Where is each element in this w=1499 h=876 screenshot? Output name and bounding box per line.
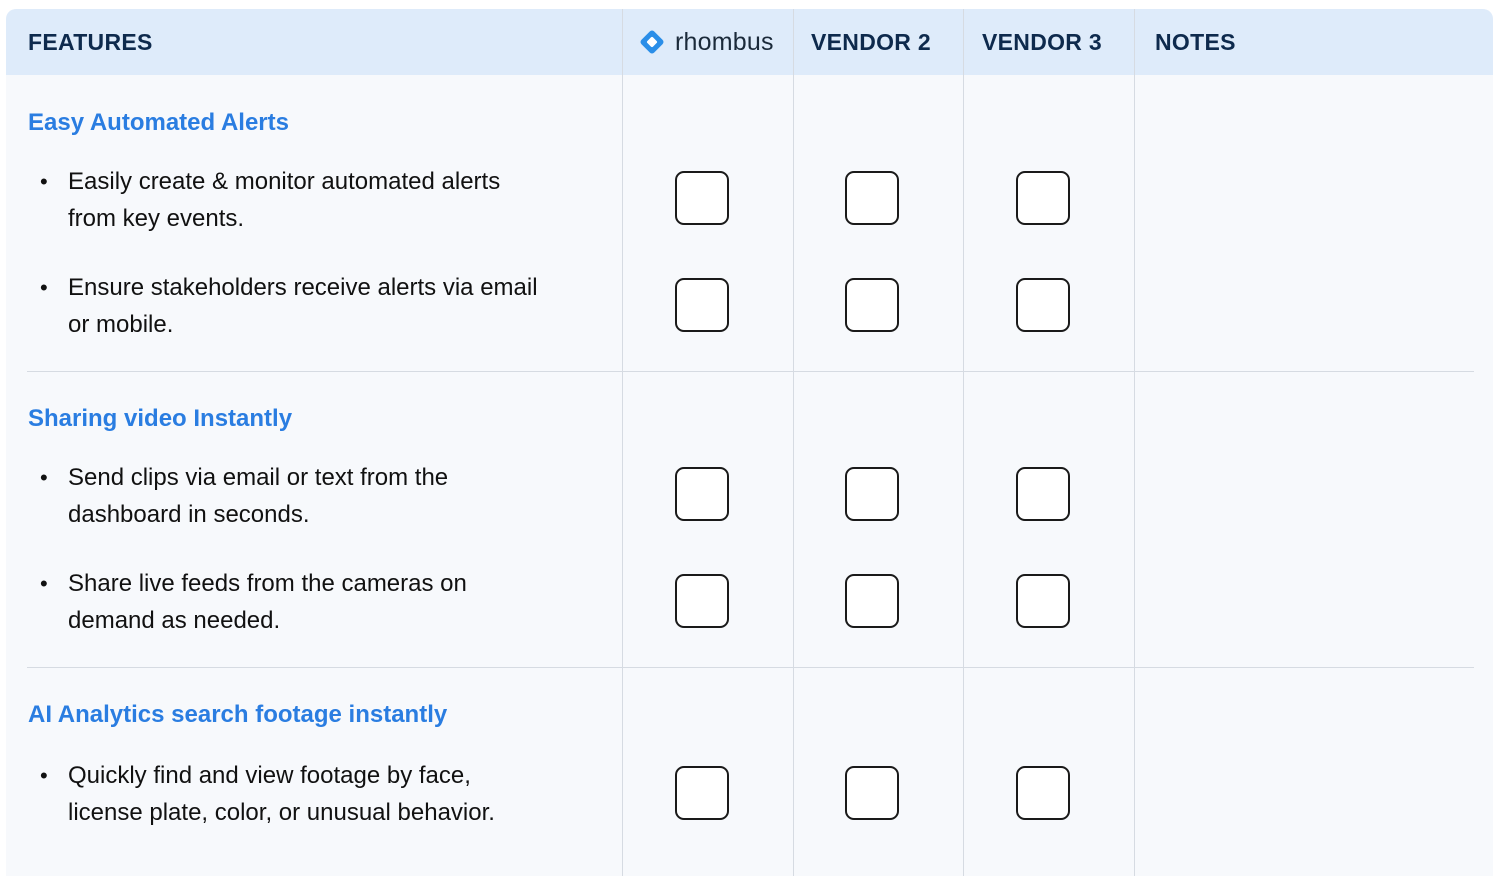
- section-title: AI Analytics search footage instantly: [28, 701, 448, 728]
- column-divider: [793, 9, 794, 876]
- feature-item: • Send clips via email or text from the d…: [40, 459, 600, 533]
- vendor-3-checkbox[interactable]: [1016, 574, 1070, 628]
- feature-text-line: Quickly find and view footage by face,: [68, 762, 471, 789]
- bullet-icon: •: [40, 465, 48, 490]
- rhombus-checkbox[interactable]: [675, 766, 729, 820]
- feature-item: • Ensure stakeholders receive alerts via…: [40, 269, 600, 343]
- header-features: FEATURES: [28, 28, 153, 55]
- column-divider: [1134, 9, 1135, 876]
- feature-text-line: dashboard in seconds.: [68, 501, 310, 528]
- section-divider: [27, 371, 1474, 372]
- rhombus-checkbox[interactable]: [675, 467, 729, 521]
- vendor-3-checkbox[interactable]: [1016, 467, 1070, 521]
- rhombus-checkbox[interactable]: [675, 171, 729, 225]
- vendor-2-checkbox[interactable]: [845, 766, 899, 820]
- column-divider: [963, 9, 964, 876]
- vendor-3-checkbox[interactable]: [1016, 766, 1070, 820]
- vendor-2-checkbox[interactable]: [845, 171, 899, 225]
- bullet-icon: •: [40, 763, 48, 788]
- feature-text-line: demand as needed.: [68, 607, 281, 634]
- section-title: Sharing video Instantly: [28, 405, 293, 432]
- feature-text-line: Share live feeds from the cameras on: [68, 570, 467, 597]
- column-divider: [622, 9, 623, 876]
- feature-text-line: license plate, color, or unusual behavio…: [68, 799, 495, 826]
- rhombus-checkbox[interactable]: [675, 278, 729, 332]
- feature-text-line: Easily create & monitor automated alerts: [68, 168, 501, 195]
- feature-text-line: Send clips via email or text from the: [68, 464, 449, 491]
- vendor-2-checkbox[interactable]: [845, 278, 899, 332]
- header-vendor-2: VENDOR 2: [811, 28, 931, 55]
- feature-text-line: from key events.: [68, 205, 245, 232]
- bullet-icon: •: [40, 275, 48, 300]
- vendor-3-checkbox[interactable]: [1016, 171, 1070, 225]
- bullet-icon: •: [40, 571, 48, 596]
- header-vendor-3: VENDOR 3: [982, 28, 1102, 55]
- feature-item: • Easily create & monitor automated aler…: [40, 163, 600, 237]
- rhombus-checkbox[interactable]: [675, 574, 729, 628]
- vendor-3-checkbox[interactable]: [1016, 278, 1070, 332]
- feature-text-line: or mobile.: [68, 311, 174, 338]
- feature-text-line: Ensure stakeholders receive alerts via e…: [68, 274, 538, 301]
- rhombus-logo-icon: [640, 30, 664, 54]
- feature-item: • Quickly find and view footage by face,…: [40, 757, 600, 831]
- brand-name: rhombus: [675, 27, 774, 56]
- vendor-2-checkbox[interactable]: [845, 574, 899, 628]
- section-divider: [27, 667, 1474, 668]
- feature-item: • Share live feeds from the cameras on de…: [40, 565, 600, 639]
- section-title: Easy Automated Alerts: [28, 109, 289, 136]
- bullet-icon: •: [40, 169, 48, 194]
- header-brand: rhombus: [637, 9, 774, 75]
- vendor-2-checkbox[interactable]: [845, 467, 899, 521]
- comparison-table: FEATURES rhombus VENDOR 2 VENDOR 3 NOTES…: [6, 9, 1493, 876]
- header-notes: NOTES: [1155, 28, 1236, 55]
